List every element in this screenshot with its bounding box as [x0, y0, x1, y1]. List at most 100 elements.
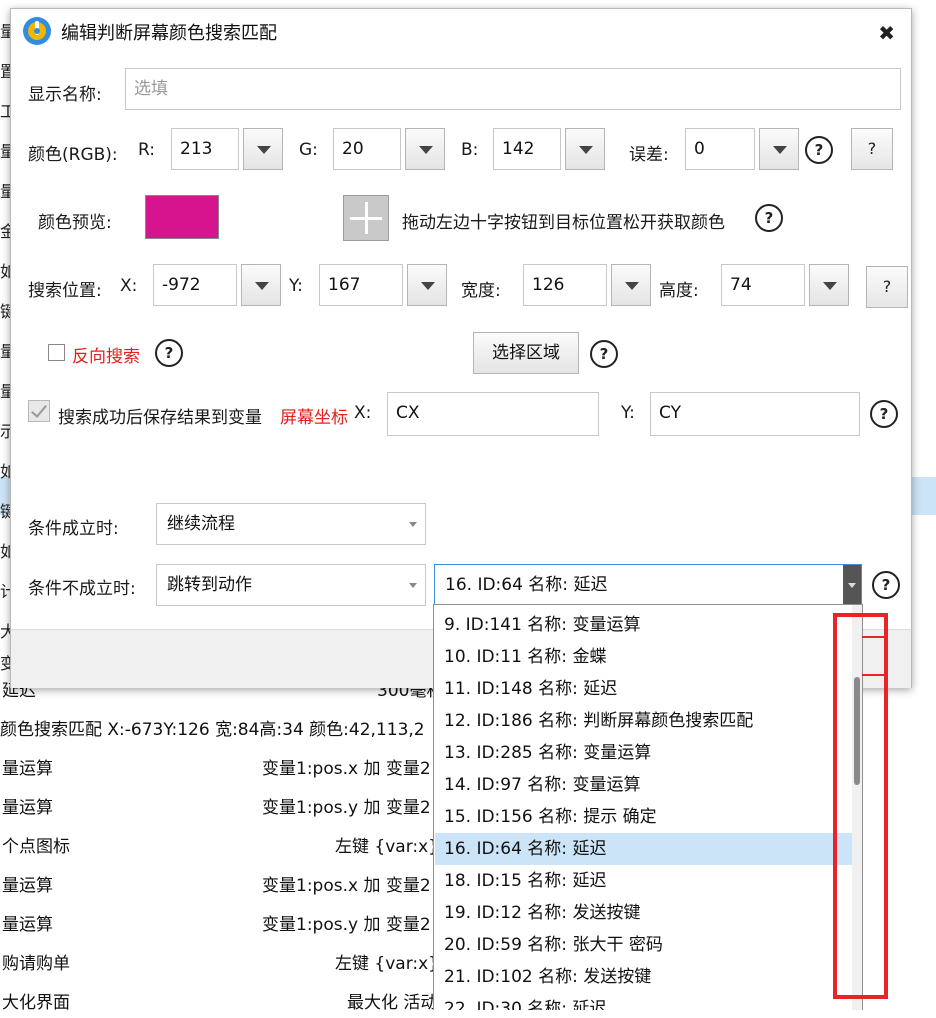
- drag-hint-text: 拖动左边十字按钮到目标位置松开获取颜色: [402, 213, 725, 233]
- search-y-input[interactable]: 167: [319, 264, 403, 306]
- search-x-label: X:: [120, 276, 138, 296]
- background-list-row[interactable]: 量运算 变量1:pos.x 加 变量2: [2, 871, 431, 901]
- color-help-button[interactable]: ?: [851, 128, 893, 170]
- height-input[interactable]: 74: [721, 264, 805, 306]
- save-y-input[interactable]: CY: [650, 392, 860, 436]
- dialog-title: 编辑判断屏幕颜色搜索匹配: [61, 23, 277, 44]
- dropdown-option[interactable]: 22. ID:30 名称: 延迟: [435, 993, 853, 1010]
- background-row-name: 购请购单: [2, 954, 70, 974]
- display-name-label: 显示名称:: [28, 85, 102, 105]
- select-area-help-icon[interactable]: ?: [590, 340, 618, 368]
- position-help-button[interactable]: ?: [866, 266, 908, 308]
- color-preview-swatch: [145, 195, 219, 239]
- background-list-row[interactable]: 个点图标 左键 {var:x},: [2, 832, 444, 862]
- height-label: 高度:: [659, 281, 699, 301]
- background-row-name: 量运算: [2, 798, 53, 818]
- dropdown-option[interactable]: 14. ID:97 名称: 变量运算: [435, 769, 853, 801]
- r-input[interactable]: 213: [171, 128, 239, 170]
- background-list-row[interactable]: 量运算 变量1:pos.y 加 变量2: [2, 793, 431, 823]
- dropdown-option[interactable]: 10. ID:11 名称: 金蝶: [435, 641, 853, 673]
- dropdown-option[interactable]: 9. ID:141 名称: 变量运算: [435, 609, 853, 641]
- r-label: R:: [138, 140, 156, 160]
- color-preview-label: 颜色预览:: [38, 213, 112, 233]
- background-row-detail: 变量1:pos.x 加 变量2: [262, 759, 431, 779]
- jump-target-help-icon[interactable]: ?: [872, 571, 900, 599]
- search-x-dropdown-button[interactable]: [241, 264, 281, 306]
- background-row-name: 量运算: [2, 915, 53, 935]
- on-false-label: 条件不成立时:: [28, 579, 136, 599]
- display-name-input[interactable]: 选填: [125, 68, 901, 110]
- tolerance-dropdown-button[interactable]: [759, 128, 799, 170]
- dropdown-option[interactable]: 18. ID:15 名称: 延迟: [435, 865, 853, 897]
- jump-target-value: 16. ID:64 名称: 延迟: [445, 575, 608, 595]
- background-row-name: 大化界面: [2, 993, 70, 1013]
- chevron-down-icon: [409, 583, 417, 588]
- on-true-select[interactable]: 继续流程: [156, 503, 426, 545]
- save-result-help-icon[interactable]: ?: [870, 400, 898, 428]
- g-label: G:: [299, 140, 318, 160]
- save-y-label: Y:: [621, 403, 635, 423]
- screen-coordinate-label: 屏幕坐标: [280, 408, 348, 428]
- dropdown-option[interactable]: 11. ID:148 名称: 延迟: [435, 673, 853, 705]
- dropdown-option[interactable]: 19. ID:12 名称: 发送按键: [435, 897, 853, 929]
- color-rgb-label: 颜色(RGB):: [28, 145, 118, 165]
- reverse-search-checkbox[interactable]: [48, 344, 65, 361]
- b-input[interactable]: 142: [493, 128, 561, 170]
- background-list-row[interactable]: 购请购单 左键 {var:x},: [2, 949, 444, 979]
- background-row-detail: 变量1:pos.y 加 变量2: [262, 798, 431, 818]
- save-x-input[interactable]: CX: [387, 392, 599, 436]
- reverse-search-label: 反向搜索: [72, 347, 140, 367]
- background-row-name: 量运算: [2, 876, 53, 896]
- background-row-detail: 左键 {var:x},: [335, 837, 445, 857]
- red-highlight-line: [862, 674, 888, 676]
- width-input[interactable]: 126: [523, 264, 607, 306]
- on-false-select[interactable]: 跳转到动作: [156, 564, 426, 606]
- background-row-detail: 变量1:pos.y 加 变量2: [262, 915, 431, 935]
- dropdown-option[interactable]: 13. ID:285 名称: 变量运算: [435, 737, 853, 769]
- on-false-value: 跳转到动作: [167, 575, 252, 595]
- background-row-name: 量运算: [2, 759, 53, 779]
- dropdown-option[interactable]: 12. ID:186 名称: 判断屏幕颜色搜索匹配: [435, 705, 853, 737]
- picker-help-icon[interactable]: ?: [755, 204, 783, 232]
- dropdown-option[interactable]: 20. ID:59 名称: 张大干 密码: [435, 929, 853, 961]
- width-label: 宽度:: [461, 281, 501, 301]
- tolerance-help-icon[interactable]: ?: [805, 136, 833, 164]
- width-dropdown-button[interactable]: [611, 264, 651, 306]
- height-dropdown-button[interactable]: [809, 264, 849, 306]
- close-icon[interactable]: ✖: [878, 21, 895, 45]
- g-input[interactable]: 20: [333, 128, 401, 170]
- on-true-label: 条件成立时:: [28, 519, 119, 539]
- save-result-label: 搜索成功后保存结果到变量: [58, 408, 262, 428]
- b-label: B:: [461, 140, 479, 160]
- background-row-name: 个点图标: [2, 837, 70, 857]
- dropdown-option[interactable]: 21. ID:102 名称: 发送按键: [435, 961, 853, 993]
- select-area-button[interactable]: 选择区域: [473, 332, 579, 374]
- background-list-row[interactable]: 量运算 变量1:pos.y 加 变量2: [2, 910, 431, 940]
- search-y-dropdown-button[interactable]: [407, 264, 447, 306]
- red-highlight-line: [862, 636, 888, 638]
- red-highlight-box: [833, 613, 888, 999]
- tolerance-input[interactable]: 0: [685, 128, 755, 170]
- edit-color-match-dialog: 编辑判断屏幕颜色搜索匹配 ✖ 显示名称: 选填 颜色(RGB): R: 213 …: [10, 8, 912, 688]
- chevron-down-icon[interactable]: [843, 565, 861, 605]
- g-dropdown-button[interactable]: [405, 128, 445, 170]
- background-row-name: 颜色搜索匹配 X:-673Y:126 宽:84高:34 颜色:42,113,2: [0, 720, 425, 740]
- jump-target-dropdown-list[interactable]: 9. ID:141 名称: 变量运算 10. ID:11 名称: 金蝶 11. ID…: [433, 604, 863, 1010]
- r-dropdown-button[interactable]: [243, 128, 283, 170]
- background-list-row[interactable]: 量运算 变量1:pos.x 加 变量2: [2, 754, 431, 784]
- background-row-detail: 左键 {var:x},: [335, 954, 445, 974]
- dropdown-option[interactable]: 16. ID:64 名称: 延迟: [435, 833, 853, 865]
- jump-target-combobox[interactable]: 16. ID:64 名称: 延迟: [434, 564, 862, 606]
- search-x-input[interactable]: -972: [153, 264, 237, 306]
- b-dropdown-button[interactable]: [565, 128, 605, 170]
- search-y-label: Y:: [289, 276, 303, 296]
- title-bar[interactable]: 编辑判断屏幕颜色搜索匹配 ✖: [11, 9, 911, 53]
- background-row-detail: 变量1:pos.x 加 变量2: [262, 876, 431, 896]
- save-result-checkbox[interactable]: [28, 400, 50, 422]
- dropdown-option[interactable]: 15. ID:156 名称: 提示 确定: [435, 801, 853, 833]
- background-list-row[interactable]: 颜色搜索匹配 X:-673Y:126 宽:84高:34 颜色:42,113,2: [0, 715, 425, 745]
- background-list-row[interactable]: 大化界面最大化 活动窗口启用: [2, 988, 756, 1018]
- crosshair-picker-icon[interactable]: [343, 195, 389, 241]
- reverse-search-help-icon[interactable]: ?: [155, 339, 183, 367]
- tolerance-label: 误差:: [629, 145, 669, 165]
